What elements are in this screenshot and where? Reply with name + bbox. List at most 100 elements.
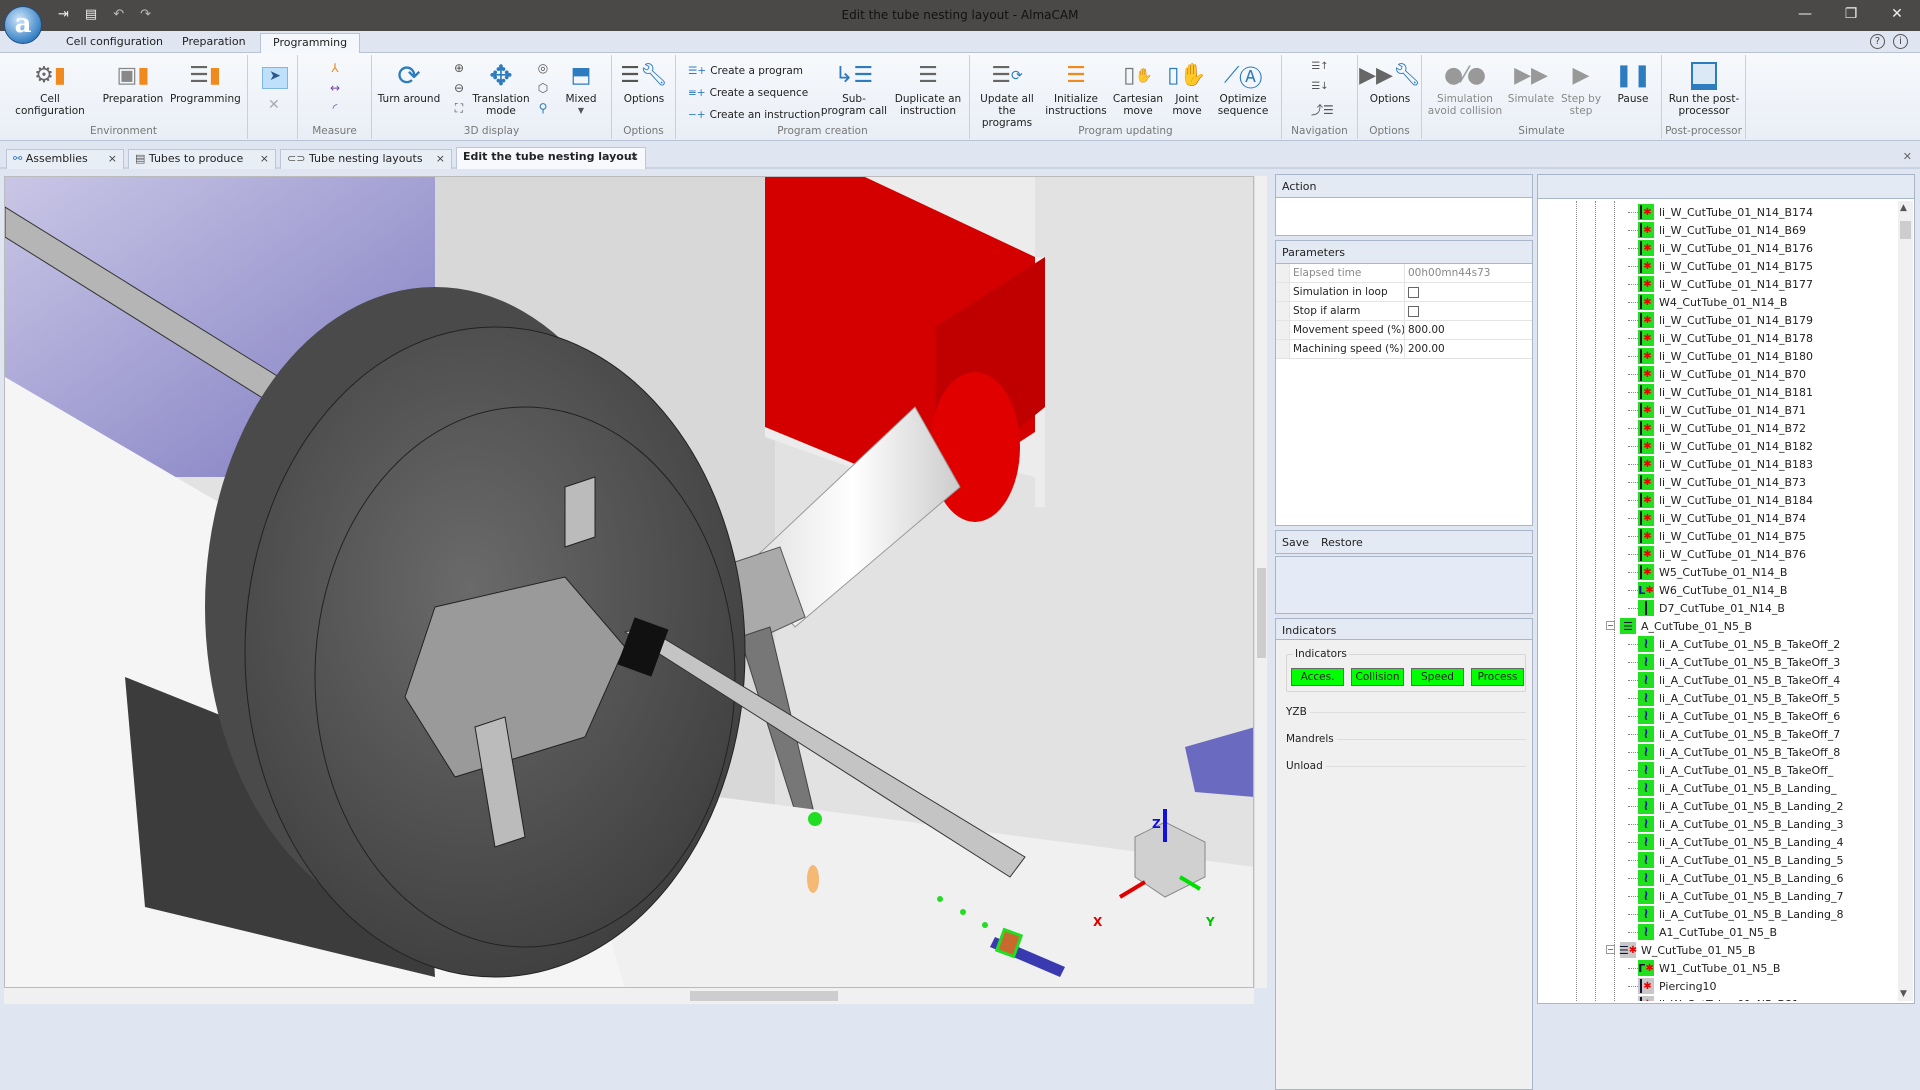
scroll-thumb[interactable] <box>690 991 838 1001</box>
tree-node-instruction[interactable]: ✱ li_W_CutTube_01_N14_B174 <box>1638 203 1813 221</box>
turn-around-button[interactable]: ⟳ Turn around <box>374 59 444 106</box>
collapse-toggle-icon[interactable]: − <box>1606 621 1615 630</box>
zoom-out-icon[interactable]: ⊖ <box>450 81 468 95</box>
tree-node-instruction[interactable]: ✱ W5_CutTube_01_N14_B <box>1638 563 1787 581</box>
tree-node-instruction[interactable]: ≀ li_A_CutTube_01_N5_B_TakeOff_3 <box>1638 653 1840 671</box>
translation-mode-button[interactable]: ✥ Translation mode <box>470 59 532 118</box>
tree-node-instruction[interactable]: ✱ li_W_CutTube_01_N14_B74 <box>1638 509 1806 527</box>
tree-node-instruction[interactable]: ≀ li_A_CutTube_01_N5_B_Landing_ <box>1638 779 1836 797</box>
tree-node-instruction[interactable]: ≀ li_A_CutTube_01_N5_B_TakeOff_2 <box>1638 635 1840 653</box>
move-down-icon[interactable]: ☰↓ <box>1311 81 1329 92</box>
tree-node-instruction[interactable]: ✱ li_W_CutTube_01_N14_B181 <box>1638 383 1813 401</box>
doc-tab-tubes-to-produce[interactable]: ▤ Tubes to produce × <box>128 149 276 169</box>
step-by-step-button[interactable]: ▶ Step by step <box>1556 59 1606 118</box>
section-mandrels[interactable]: Mandrels <box>1286 733 1526 745</box>
options-button[interactable]: ☰ 🔧︎ Options <box>616 59 672 106</box>
pause-button[interactable]: ❚❚ Pause <box>1608 59 1658 106</box>
tree-node-sequence[interactable]: ☰ A_CutTube_01_N5_B <box>1620 617 1752 635</box>
tree-node-instruction[interactable]: ✱ li_W_CutTube_01_N14_B76 <box>1638 545 1806 563</box>
machining-speed-input[interactable]: 200.00 <box>1405 340 1445 358</box>
simulation-avoid-collision-button[interactable]: ●⁄● Simulation avoid collision <box>1424 59 1506 118</box>
create-program-button[interactable]: ☰+ Create a program <box>688 61 803 81</box>
doc-tab-assemblies[interactable]: ⚯ Assemblies × <box>6 149 124 169</box>
move-up-icon[interactable]: ☰↑ <box>1311 61 1329 72</box>
measure-distance-icon[interactable]: ↔ <box>326 81 344 95</box>
app-logo-button[interactable]: a <box>4 6 42 44</box>
tree-node-instruction[interactable]: ✱ li_W_CutTube_01_N14_B179 <box>1638 311 1813 329</box>
tree-node-instruction[interactable]: ✱ li_W_CutTube_01_N14_B70 <box>1638 365 1806 383</box>
tree-node-instruction[interactable]: ✱ li_W_CutTube_01_N14_B184 <box>1638 491 1813 509</box>
tree-node-instruction[interactable]: ✱ li_W_CutTube_01_N14_B71 <box>1638 401 1806 419</box>
measure-axes-icon[interactable]: ⅄ <box>326 61 344 75</box>
create-instruction-button[interactable]: −+ Create an instruction <box>688 105 820 125</box>
subprogram-call-button[interactable]: ↳☰ Sub-program call <box>820 59 888 118</box>
initialize-instructions-button[interactable]: ☰ Initialize instructions <box>1044 59 1108 118</box>
tree-node-instruction[interactable]: D7_CutTube_01_N14_B <box>1638 599 1785 617</box>
stop-if-alarm-checkbox[interactable] <box>1408 306 1419 317</box>
doc-tab-tube-nesting-layouts[interactable]: ⊂⊃ Tube nesting layouts × <box>280 149 452 169</box>
tree-node-instruction[interactable]: Γ ✱ W1_CutTube_01_N5_B <box>1638 959 1780 977</box>
tree-node-instruction[interactable]: ✱ li_W_CutTube_01_N14_B176 <box>1638 239 1813 257</box>
close-tab-icon[interactable]: × <box>260 150 269 168</box>
tree-node-instruction[interactable]: ✱ li_W_CutTube_01_N5_B81 <box>1638 995 1799 1001</box>
tree-node-instruction[interactable]: ≀ li_A_CutTube_01_N5_B_TakeOff_7 <box>1638 725 1840 743</box>
mixed-view-dropdown[interactable]: ⬒ Mixed ▼ <box>556 59 606 117</box>
save-button[interactable]: Save <box>1282 536 1309 549</box>
select-cursor-icon[interactable]: ➤ <box>262 67 288 89</box>
help-icon[interactable]: ? <box>1870 34 1885 49</box>
tree-node-instruction[interactable]: ✱ li_W_CutTube_01_N14_B183 <box>1638 455 1813 473</box>
tree-node-instruction[interactable]: ≀ li_A_CutTube_01_N5_B_Landing_5 <box>1638 851 1843 869</box>
tree-node-instruction[interactable]: ≀ li_A_CutTube_01_N5_B_Landing_2 <box>1638 797 1843 815</box>
run-post-processor-button[interactable]: Run the post-processor <box>1664 59 1744 117</box>
restore-button[interactable]: ❐ <box>1828 0 1874 31</box>
viewport-horizontal-scrollbar[interactable] <box>4 988 1254 1004</box>
restore-button[interactable]: Restore <box>1321 536 1363 549</box>
tree-node-instruction[interactable]: ≀ li_A_CutTube_01_N5_B_Landing_6 <box>1638 869 1843 887</box>
tree-node-instruction[interactable]: ✱ li_W_CutTube_01_N14_B75 <box>1638 527 1806 545</box>
tool-view-icon[interactable]: ⚲ <box>534 101 552 115</box>
tree-node-instruction[interactable]: ✱ li_W_CutTube_01_N14_B180 <box>1638 347 1813 365</box>
close-tab-icon[interactable]: × <box>108 150 117 168</box>
zoom-in-icon[interactable]: ⊕ <box>450 61 468 75</box>
program-tree[interactable]: ✱ li_W_CutTube_01_N14_B174 ✱ li_W_CutTube_0… <box>1538 201 1898 1001</box>
simulation-options-button[interactable]: ▶▶ 🔧︎ Options <box>1359 59 1421 106</box>
viewport-vertical-scrollbar[interactable] <box>1254 176 1267 988</box>
close-tab-icon[interactable]: × <box>436 150 445 168</box>
tree-node-instruction[interactable]: ✱ Piercing10 <box>1638 977 1717 995</box>
tree-node-instruction[interactable]: ✱ li_W_CutTube_01_N14_B178 <box>1638 329 1813 347</box>
minimize-button[interactable]: — <box>1782 0 1828 31</box>
doc-tab-edit-tube-nesting-layout[interactable]: Edit the tube nesting layout × <box>456 147 646 169</box>
tab-programming[interactable]: Programming <box>260 33 361 54</box>
cell-configuration-button[interactable]: ⚙ ▮ Cell configuration <box>6 59 94 118</box>
collapse-toggle-icon[interactable]: − <box>1606 945 1615 954</box>
duplicate-instruction-button[interactable]: ☰ Duplicate an instruction <box>890 59 966 118</box>
tree-node-instruction[interactable]: ≀ li_A_CutTube_01_N5_B_Landing_4 <box>1638 833 1843 851</box>
scroll-up-icon[interactable]: ▲ <box>1900 203 1907 213</box>
tree-node-instruction[interactable]: ✱ li_W_CutTube_01_N14_B73 <box>1638 473 1806 491</box>
cube-view-icon[interactable]: ⬡ <box>534 81 552 95</box>
close-all-icon[interactable]: ✕ <box>1903 150 1912 163</box>
tab-preparation[interactable]: Preparation <box>170 33 258 53</box>
tree-node-instruction[interactable]: ≀ li_A_CutTube_01_N5_B_TakeOff_ <box>1638 761 1833 779</box>
movement-speed-input[interactable]: 800.00 <box>1405 321 1445 339</box>
scroll-down-icon[interactable]: ▼ <box>1900 989 1907 999</box>
tree-node-instruction[interactable]: ✱ li_W_CutTube_01_N14_B175 <box>1638 257 1813 275</box>
programming-button[interactable]: ☰ ▮ Programming <box>170 59 241 106</box>
tree-node-instruction[interactable]: ≀ li_A_CutTube_01_N5_B_TakeOff_4 <box>1638 671 1840 689</box>
simulation-in-loop-checkbox[interactable] <box>1408 287 1419 298</box>
create-sequence-button[interactable]: ≡+ Create a sequence <box>688 83 808 103</box>
tree-node-instruction[interactable]: ✱ li_W_CutTube_01_N14_B72 <box>1638 419 1806 437</box>
tree-node-instruction[interactable]: ≀ li_A_CutTube_01_N5_B_Landing_8 <box>1638 905 1843 923</box>
tree-node-instruction[interactable]: ≀ li_A_CutTube_01_N5_B_TakeOff_6 <box>1638 707 1840 725</box>
cartesian-move-button[interactable]: ▯ ✋ Cartesian move <box>1110 59 1166 118</box>
tree-node-instruction[interactable]: ≀ li_A_CutTube_01_N5_B_TakeOff_5 <box>1638 689 1840 707</box>
tree-node-instruction[interactable]: ≀ li_A_CutTube_01_N5_B_Landing_3 <box>1638 815 1843 833</box>
tree-scrollbar[interactable]: ▲ ▼ <box>1898 201 1913 1001</box>
update-all-programs-button[interactable]: ☰ ⟳ Update all the programs <box>972 59 1042 130</box>
joint-move-button[interactable]: ▯✋ Joint move <box>1166 59 1208 118</box>
optimize-sequence-button[interactable]: ⟋Ⓐ Optimize sequence <box>1210 59 1276 118</box>
simulate-button[interactable]: ▶▶ Simulate <box>1506 59 1556 106</box>
tree-node-sequence[interactable]: ☰ ✱ W_CutTube_01_N5_B <box>1619 941 1755 959</box>
tree-node-instruction[interactable]: ✱ li_W_CutTube_01_N14_B182 <box>1638 437 1813 455</box>
scroll-thumb[interactable] <box>1900 221 1911 239</box>
